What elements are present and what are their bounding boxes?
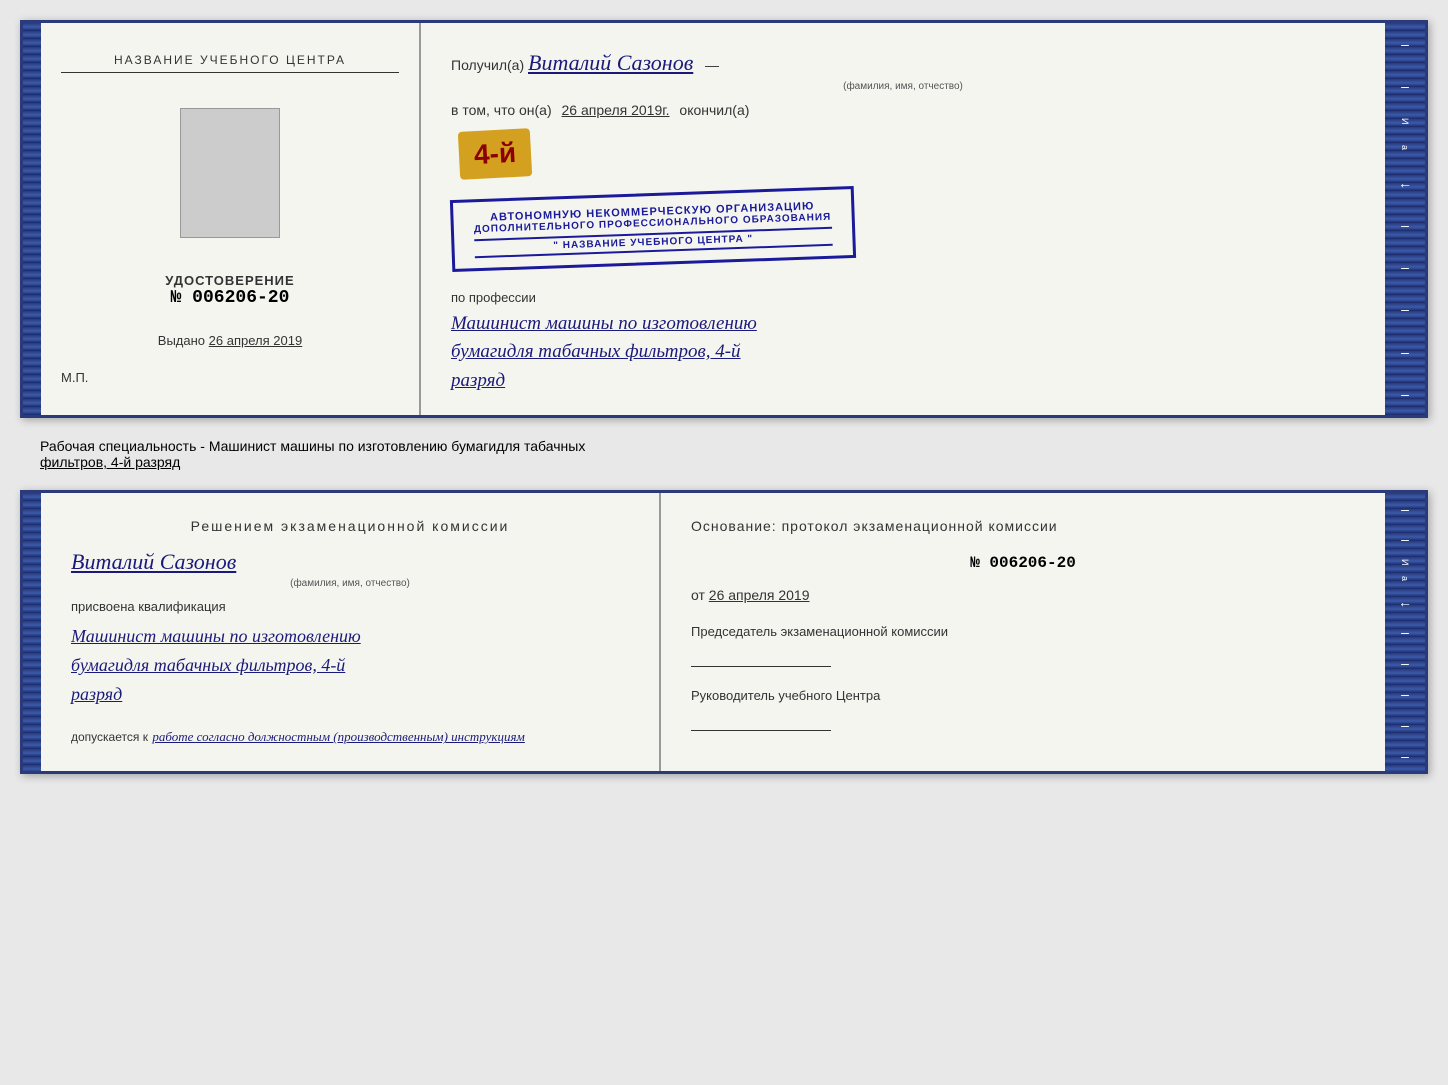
training-center-label: НАЗВАНИЕ УЧЕБНОГО ЦЕНТРА	[61, 53, 399, 73]
recipient-block: Получил(а) Виталий Сазонов — (фамилия, и…	[451, 43, 1355, 92]
cert-spine-left	[23, 23, 41, 415]
director-label: Руководитель учебного Центра	[691, 687, 1355, 705]
admitted-value: работе согласно должностным (производств…	[152, 729, 524, 744]
cert-photo-placeholder	[180, 108, 280, 238]
decision-title: Решением экзаменационной комиссии	[71, 518, 629, 534]
bottom-docs: Решением экзаменационной комиссии Витали…	[20, 490, 1428, 774]
protocol-date: от 26 апреля 2019	[691, 587, 1355, 603]
udost-label: УДОСТОВЕРЕНИЕ	[165, 273, 294, 288]
edge-dash-5: –	[1401, 259, 1409, 275]
certify-line: в том, что он(а) 26 апреля 2019г. окончи…	[451, 102, 1355, 118]
assigned-qual-label: присвоена квалификация	[71, 599, 629, 614]
edge-dash-8: –	[1401, 386, 1409, 402]
year-badge: 4-й	[458, 128, 533, 180]
chairman-label: Председатель экзаменационной комиссии	[691, 623, 1355, 641]
cert-issued-label: Выдано 26 апреля 2019	[158, 333, 302, 348]
certificate-top: НАЗВАНИЕ УЧЕБНОГО ЦЕНТРА УДОСТОВЕРЕНИЕ №…	[20, 20, 1428, 418]
work-specialty-underline: фильтров, 4-й разряд	[40, 454, 180, 470]
profession-block: по профессии Машинист машины по изготовл…	[451, 290, 1355, 396]
bottom-edge-dash-3: ←	[1398, 594, 1412, 610]
edge-dash-3: ←	[1398, 175, 1412, 191]
edge-dash-4: –	[1401, 217, 1409, 233]
bottom-spine-left	[23, 493, 41, 771]
cert-left-panel: НАЗВАНИЕ УЧЕБНОГО ЦЕНТРА УДОСТОВЕРЕНИЕ №…	[41, 23, 421, 415]
recipient-name: Виталий Сазонов	[528, 50, 693, 75]
director-sig-line	[691, 730, 831, 731]
cert-mp: М.П.	[61, 370, 88, 385]
cert-right-panel: Получил(а) Виталий Сазонов — (фамилия, и…	[421, 23, 1385, 415]
edge-dash-2: –	[1401, 78, 1409, 94]
bottom-left-panel: Решением экзаменационной комиссии Витали…	[41, 493, 661, 771]
admitted-block: допускается к работе согласно должностны…	[71, 728, 629, 746]
qual-value-line1: Машинист машины по изготовлению	[71, 622, 629, 651]
bottom-person-name: Виталий Сазонов	[71, 549, 629, 575]
year-badge-row: 4-й	[451, 130, 1355, 178]
bottom-edge-dash-1: –	[1401, 501, 1409, 517]
edge-text-a: а	[1400, 145, 1410, 151]
profession-value-line2: бумагидля табачных фильтров, 4-й	[451, 338, 1355, 367]
certify-date: 26 апреля 2019г.	[562, 102, 670, 118]
basis-label: Основание: протокол экзаменационной коми…	[691, 518, 1355, 534]
bottom-edge-dash-5: –	[1401, 655, 1409, 671]
bottom-edge-text-a: а	[1400, 576, 1410, 582]
work-specialty-text: Рабочая специальность - Машинист машины …	[40, 438, 585, 454]
bottom-edge-dash-2: –	[1401, 531, 1409, 547]
edge-dash-6: –	[1401, 301, 1409, 317]
cert-left-inner: НАЗВАНИЕ УЧЕБНОГО ЦЕНТРА УДОСТОВЕРЕНИЕ №…	[61, 53, 399, 385]
edge-dash-1: –	[1401, 36, 1409, 52]
cert-number-block: УДОСТОВЕРЕНИЕ № 006206-20	[165, 273, 294, 308]
bottom-person-caption: (фамилия, имя, отчество)	[71, 578, 629, 589]
qual-value-line2: бумагидля табачных фильтров, 4-й	[71, 651, 629, 680]
bottom-edge-dash-8: –	[1401, 748, 1409, 764]
bottom-right-panel: Основание: протокол экзаменационной коми…	[661, 493, 1385, 771]
chairman-sig-line	[691, 666, 831, 667]
profession-label: по профессии	[451, 290, 1355, 305]
cert-right-edge: – – И а ← – – – – –	[1385, 23, 1425, 415]
page-wrapper: НАЗВАНИЕ УЧЕБНОГО ЦЕНТРА УДОСТОВЕРЕНИЕ №…	[20, 20, 1428, 774]
bottom-edge-dash-6: –	[1401, 686, 1409, 702]
cert-title-block: НАЗВАНИЕ УЧЕБНОГО ЦЕНТРА	[61, 53, 399, 88]
chairman-block: Председатель экзаменационной комиссии	[691, 623, 1355, 667]
bottom-person-block: Виталий Сазонов (фамилия, имя, отчество)	[71, 549, 629, 589]
protocol-date-value: 26 апреля 2019	[709, 587, 810, 603]
cert-number: № 006206-20	[165, 288, 294, 308]
edge-dash-7: –	[1401, 344, 1409, 360]
cert-issued-block: Выдано 26 апреля 2019	[158, 332, 302, 350]
qual-value-line3: разряд	[71, 680, 629, 709]
work-specialty-bar: Рабочая специальность - Машинист машины …	[20, 430, 1428, 478]
bottom-right-edge: – – И а ← – – – – –	[1385, 493, 1425, 771]
recipient-prefix: Получил(а) Виталий Сазонов —	[451, 57, 719, 73]
cert-issued-date: 26 апреля 2019	[209, 333, 303, 348]
edge-text-i: И	[1400, 118, 1410, 125]
protocol-number: № 006206-20	[691, 554, 1355, 572]
admitted-label: допускается к	[71, 730, 148, 744]
bottom-edge-text-i: И	[1400, 559, 1410, 566]
recipient-caption: (фамилия, имя, отчество)	[451, 81, 1355, 92]
org-stamp-block: АВТОНОМНУЮ НЕКОММЕРЧЕСКУЮ ОРГАНИЗАЦИЮ ДО…	[450, 186, 856, 272]
profession-value-line3: разряд	[451, 367, 1355, 396]
director-block: Руководитель учебного Центра	[691, 687, 1355, 731]
bottom-edge-dash-7: –	[1401, 717, 1409, 733]
profession-value-line1: Машинист машины по изготовлению	[451, 310, 1355, 339]
bottom-edge-dash-4: –	[1401, 624, 1409, 640]
